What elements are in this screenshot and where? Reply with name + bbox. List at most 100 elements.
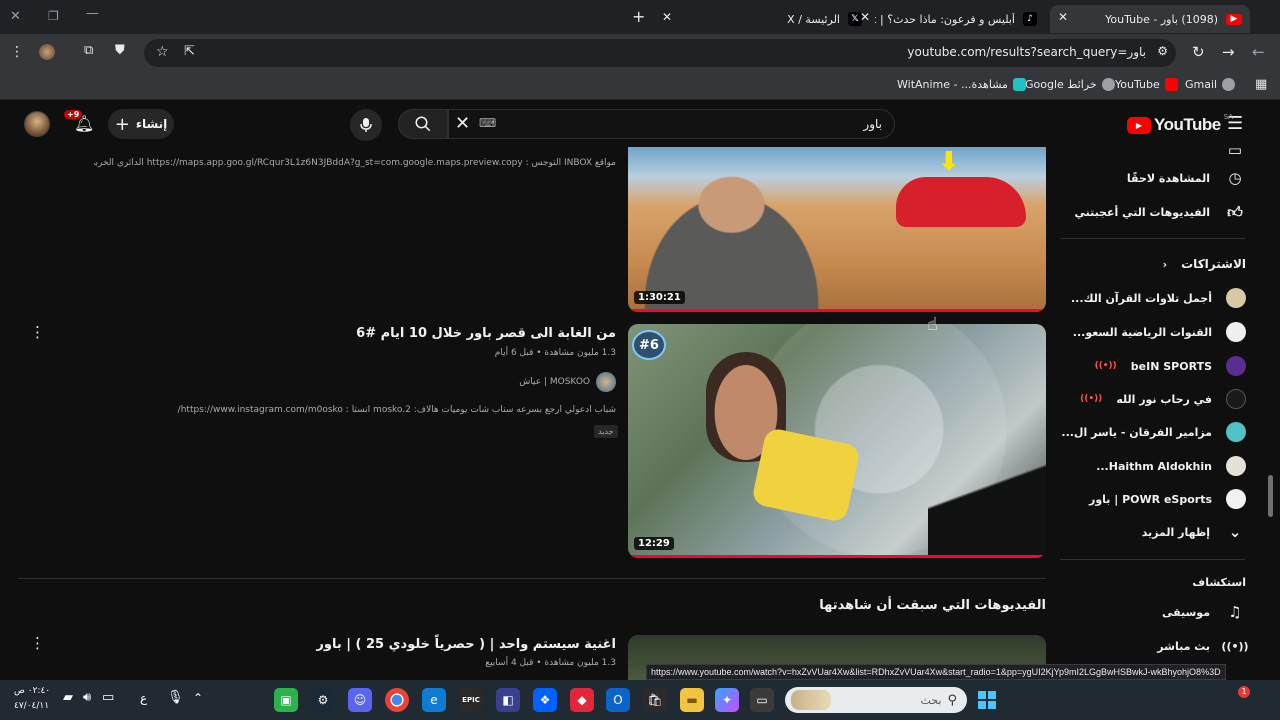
sidebar-item-live[interactable]: ((•)) بث مباشر bbox=[1157, 629, 1248, 663]
url-text[interactable]: youtube.com/results?search_query=باور bbox=[907, 45, 1146, 59]
chevron-left-icon: ‹ bbox=[1162, 257, 1168, 271]
create-button[interactable]: إنشاء + bbox=[108, 109, 174, 139]
account-avatar[interactable] bbox=[24, 111, 50, 137]
taskbar-epic-games[interactable]: EPIC bbox=[459, 688, 483, 712]
notifications-button[interactable]: 🔔︎ +9 bbox=[64, 110, 94, 136]
tab-x[interactable]: 𝕏 الرئيسة / X bbox=[680, 5, 870, 33]
car-door-frame bbox=[928, 444, 1046, 558]
tray-volume-icon[interactable]: 🔊︎ bbox=[83, 690, 91, 705]
keyboard-language[interactable]: ع bbox=[140, 691, 147, 705]
sidebar-sub-bein[interactable]: beIN SPORTS ((•)) bbox=[1095, 349, 1246, 383]
playlist-icon: ▭ bbox=[1227, 147, 1243, 159]
sidebar-item-watch-later[interactable]: ◷ المشاهدة لاحقًا bbox=[1127, 161, 1246, 195]
profile-avatar-icon[interactable] bbox=[39, 44, 55, 60]
search-query-text[interactable]: باور bbox=[863, 117, 882, 131]
taskbar-file-explorer[interactable]: ▬ bbox=[680, 688, 704, 712]
link-status-bar: https://www.youtube.com/watch?v=hxZvVUar… bbox=[646, 664, 1226, 680]
video2-more-icon[interactable]: ⋮ bbox=[30, 323, 45, 341]
bookmark-star-icon[interactable]: ☆ bbox=[156, 44, 169, 60]
clock-date[interactable]: ٤٧/٠٤/١١ bbox=[14, 701, 49, 711]
open-in-app-icon[interactable]: ⇱ bbox=[184, 44, 195, 59]
video3-meta: 1.3 مليون مشاهدة • قبل 4 أسابيع bbox=[485, 658, 616, 668]
shield-icon[interactable]: ⛊ bbox=[115, 43, 125, 58]
tab-youtube[interactable]: ▶ (1098) باور - YouTube bbox=[1050, 5, 1250, 33]
bookmark-google-maps[interactable]: خرائط Google bbox=[1025, 78, 1115, 91]
taskbar-app-purple[interactable]: ◧ bbox=[496, 688, 520, 712]
taskbar-dropbox[interactable]: ❖ bbox=[533, 688, 557, 712]
start-button[interactable] bbox=[975, 688, 999, 712]
search-icon bbox=[415, 116, 431, 132]
video3-title[interactable]: اغنية سيستم واحد | ( حصرياً خلودي 25 ) |… bbox=[316, 637, 616, 652]
taskbar-edge[interactable]: e bbox=[422, 688, 446, 712]
channel-avatar bbox=[1226, 489, 1246, 509]
taskbar-steam[interactable]: ⚙ bbox=[311, 688, 335, 712]
window-restore-icon[interactable]: ❐ bbox=[48, 9, 59, 23]
address-bar[interactable]: ☆ ⇱ youtube.com/results?search_query=باو… bbox=[144, 39, 1176, 67]
search-input[interactable]: باور ⌨ ✕ bbox=[448, 109, 895, 139]
keyboard-icon[interactable]: ⌨ bbox=[479, 116, 496, 130]
window-close-icon[interactable]: ✕ bbox=[10, 9, 21, 24]
subscriptions-heading[interactable]: الاشتراكات ‹ bbox=[1163, 247, 1246, 281]
browser-menu-icon[interactable]: ⋮ bbox=[10, 44, 24, 60]
sidebar-sub-haithm[interactable]: Haithm Aldokhin... bbox=[1096, 449, 1246, 483]
witanime-icon bbox=[1012, 78, 1026, 91]
taskbar-app-red[interactable]: ◆ bbox=[570, 688, 594, 712]
taskbar-search[interactable]: ⚲ بحث bbox=[785, 687, 967, 713]
sidebar-scrollbar[interactable] bbox=[1268, 475, 1273, 517]
extensions-icon[interactable]: ⧉ bbox=[84, 43, 93, 58]
tray-mic-icon[interactable]: 🎙︎ bbox=[167, 690, 184, 705]
sidebar-sub-mazamir[interactable]: مزامير الفرقان - ياسر ال... ((•)) bbox=[1060, 415, 1246, 449]
sidebar-item-liked-videos[interactable]: 👍︎ الفيديوهات التي أعجبتني bbox=[1075, 195, 1247, 229]
clear-search-icon[interactable]: ✕ bbox=[455, 113, 470, 134]
new-tab-button[interactable]: + bbox=[632, 7, 645, 26]
tab-tiktok[interactable]: ♪ أبليس و فرعون: ماذا حدث؟ | TikTok bbox=[875, 5, 1045, 33]
sidebar-sub-noor[interactable]: في رحاب نور الله ((•)) bbox=[1080, 382, 1246, 416]
bookmark-gmail[interactable]: Gmail bbox=[1185, 78, 1236, 91]
video2-title[interactable]: من الغابة الى قصر باور خلال 10 ايام #6 bbox=[356, 326, 616, 341]
clock-time[interactable]: ٠٢:٤٠ ص bbox=[14, 686, 50, 696]
watched-section-heading: الفيديوهات التي سبقت أن شاهدتها bbox=[819, 598, 1046, 613]
close-tab-x-icon[interactable]: ✕ bbox=[662, 10, 672, 24]
taskbar-chrome[interactable] bbox=[385, 688, 409, 712]
tray-display-icon[interactable]: ▭ bbox=[102, 690, 114, 705]
youtube-icon bbox=[1164, 78, 1178, 91]
taskbar-discord[interactable]: ☺ bbox=[348, 688, 372, 712]
window-minimize-icon[interactable]: — bbox=[86, 6, 99, 21]
bookmark-youtube[interactable]: YouTube bbox=[1115, 78, 1178, 91]
voice-search-button[interactable] bbox=[350, 109, 382, 141]
tray-chevron-icon[interactable]: ⌃ bbox=[193, 691, 203, 705]
close-tab-tiktok-icon[interactable]: ✕ bbox=[860, 10, 870, 24]
bookmark-witanime[interactable]: مشاهدة... - WitAnime bbox=[897, 78, 1026, 91]
taskbar-copilot-app[interactable]: ✦ bbox=[715, 688, 739, 712]
tray-battery-icon[interactable]: ▰ bbox=[63, 690, 73, 705]
forward-icon[interactable]: ← bbox=[1252, 43, 1265, 61]
apps-grid-icon[interactable]: ▦ bbox=[1255, 77, 1267, 92]
youtube-logo[interactable]: ▶ YouTube SA bbox=[1127, 113, 1233, 135]
search-icon: ⚲ bbox=[947, 692, 957, 708]
sidebar-show-more[interactable]: ⌄ إظهار المزيد bbox=[1142, 515, 1246, 549]
video2-thumbnail[interactable]: #6 12:29 bbox=[628, 324, 1046, 558]
close-tab-youtube-icon[interactable]: ✕ bbox=[1058, 10, 1068, 24]
back-icon[interactable]: → bbox=[1222, 43, 1235, 61]
sidebar-sub-saudi-sports[interactable]: القنوات الرياضية السعو... ((•)) bbox=[1060, 315, 1246, 349]
reload-icon[interactable]: ↻ bbox=[1192, 43, 1205, 61]
sidebar-divider bbox=[1060, 559, 1245, 560]
episode-badge: #6 bbox=[632, 330, 666, 360]
video1-thumbnail[interactable]: ⬇ 1:30:21 bbox=[628, 147, 1046, 312]
live-indicator-icon: ((•)) bbox=[1080, 394, 1103, 404]
taskbar-copilot[interactable]: ▭ bbox=[750, 688, 774, 712]
mouse-cursor-icon: ☝ bbox=[927, 314, 938, 335]
taskbar-app-green[interactable]: ▣ bbox=[274, 688, 298, 712]
sidebar-sub-powr[interactable]: POWR eSports | باور bbox=[1089, 482, 1246, 516]
sidebar-item-music[interactable]: ♫ موسيقى bbox=[1162, 595, 1246, 629]
video3-more-icon[interactable]: ⋮ bbox=[30, 634, 45, 652]
sidebar-sub-quran[interactable]: أجمل تلاوات القرآن الك... ((•)) bbox=[1060, 281, 1246, 315]
video2-channel[interactable]: MOSKOO | عياش bbox=[519, 372, 616, 392]
taskbar-outlook[interactable]: O bbox=[606, 688, 630, 712]
thumbs-up-icon: 👍︎ bbox=[1227, 202, 1243, 221]
notification-center-icon[interactable]: 1 bbox=[1238, 686, 1250, 698]
taskbar-store[interactable]: 🛍︎ bbox=[643, 688, 667, 712]
music-icon: ♫ bbox=[1228, 603, 1242, 621]
search-button[interactable] bbox=[398, 109, 448, 139]
site-settings-icon[interactable]: ⚙ bbox=[1157, 44, 1168, 58]
